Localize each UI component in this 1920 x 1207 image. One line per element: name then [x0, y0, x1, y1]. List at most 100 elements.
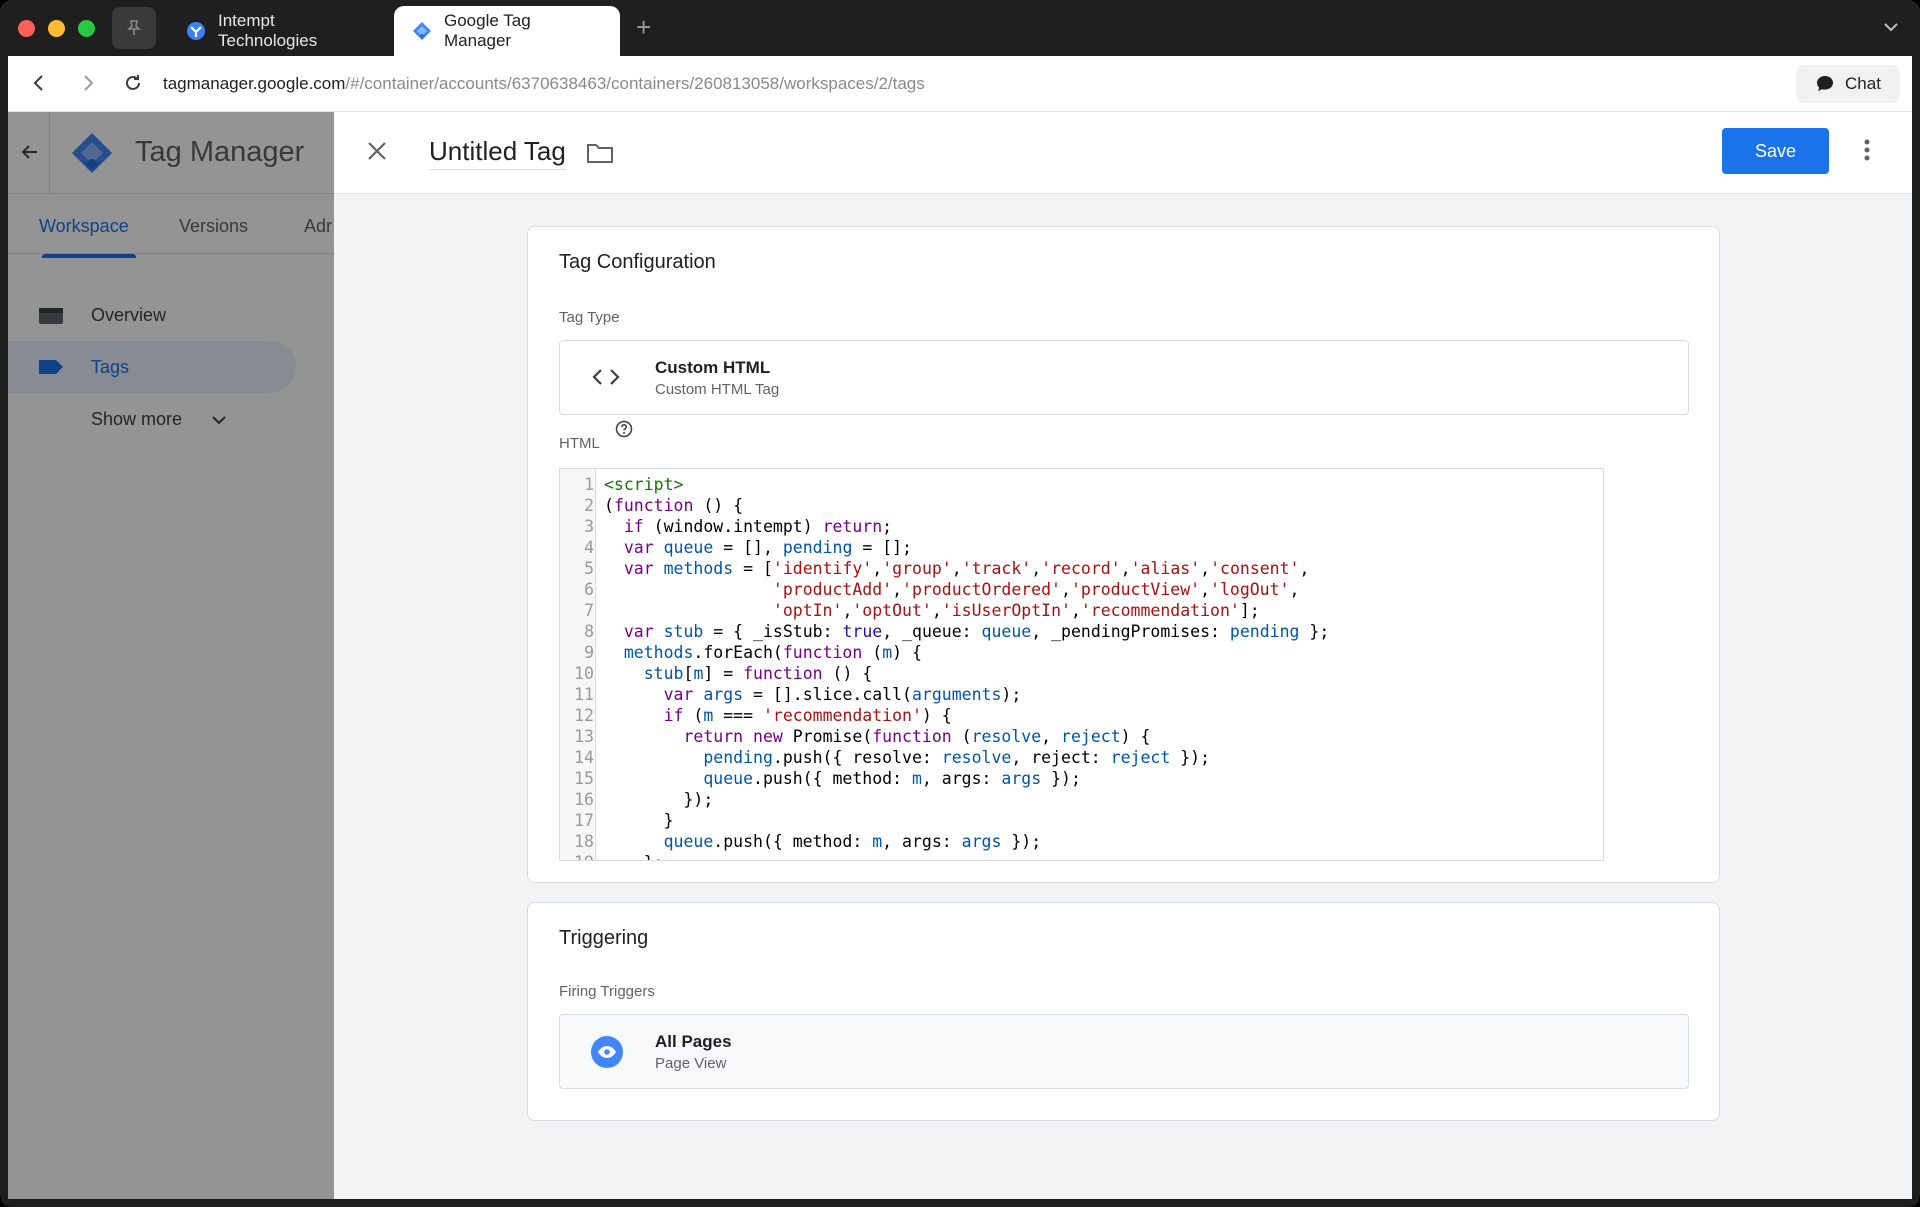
code-text: pending.push({ resolve: resolve, reject:… — [703, 748, 1211, 767]
code-text: if (m === 'recommendation') { — [663, 706, 952, 725]
code-text: 'optIn','optOut','isUserOptIn','recommen… — [772, 601, 1260, 620]
tag-type-subtitle: Custom HTML Tag — [655, 381, 780, 398]
code-line: 2 (function () { — [560, 495, 1600, 516]
line-number: 6 — [584, 580, 594, 599]
tag-editor-panel: Untitled Tag Save Tag Configuration Tag … — [334, 112, 1912, 1199]
browser-window: Intempt Technologies Google Tag Manager … — [0, 0, 1920, 1207]
html-code-editor[interactable]: 1 <script> 2 (function () { 3 if (window.i… — [559, 468, 1604, 861]
browser-tab-gtm[interactable]: Google Tag Manager — [394, 6, 620, 56]
tag-name-input[interactable]: Untitled Tag — [429, 136, 566, 170]
back-button[interactable] — [28, 72, 50, 99]
folder-button[interactable] — [586, 142, 614, 169]
line-number: 9 — [584, 643, 594, 662]
chat-label: Chat — [1845, 74, 1881, 93]
tag-type-selector[interactable]: Custom HTML Custom HTML Tag — [559, 340, 1689, 415]
code-text: var methods = ['identify','group','track… — [623, 559, 1310, 578]
line-number: 14 — [574, 748, 594, 767]
page-content: Tag Manager Workspace Versions Adr Overv… — [8, 112, 1912, 1199]
code-line: 8 var stub = { _isStub: true, _queue: qu… — [560, 621, 1600, 642]
chevron-left-icon — [33, 75, 43, 91]
close-editor-button[interactable] — [366, 140, 388, 167]
url-field[interactable]: tagmanager.google.com/#/container/accoun… — [163, 74, 925, 94]
modal-scrim[interactable] — [8, 112, 334, 1199]
code-line: 17 } — [560, 810, 1600, 831]
code-line: 6 'productAdd','productOrdered','product… — [560, 579, 1600, 600]
code-text: methods.forEach(function (m) { — [623, 643, 922, 662]
code-text: var args = [].slice.call(arguments); — [663, 685, 1022, 704]
pin-icon — [127, 20, 141, 35]
code-text: (function () { — [604, 496, 744, 515]
line-number: 18 — [574, 832, 594, 851]
code-line: 5 var methods = ['identify','group','tra… — [560, 558, 1600, 579]
line-number: 5 — [584, 559, 594, 578]
browser-tab-intempt[interactable]: Intempt Technologies — [168, 6, 388, 56]
tag-configuration-card[interactable]: Tag Configuration Tag Type Custom HTML C… — [527, 226, 1720, 883]
gtm-sidebar: Tag Manager Workspace Versions Adr Overv… — [8, 112, 334, 1199]
line-number: 8 — [584, 622, 594, 641]
line-number: 2 — [584, 496, 594, 515]
tab-list-button[interactable] — [1882, 18, 1900, 41]
code-text: return new Promise(function (resolve, re… — [683, 727, 1151, 746]
html-label: HTML — [559, 435, 600, 452]
help-icon[interactable] — [615, 420, 633, 438]
forward-button[interactable] — [77, 72, 99, 99]
code-line: 3 if (window.intempt) return; — [560, 516, 1600, 537]
firing-triggers-label: Firing Triggers — [559, 983, 655, 1000]
line-number: 11 — [574, 685, 594, 704]
code-line: 16 }); — [560, 789, 1600, 810]
new-tab-button[interactable]: + — [636, 14, 651, 40]
code-line: 4 var queue = [], pending = []; — [560, 537, 1600, 558]
chevron-down-icon — [1884, 23, 1898, 32]
code-text: queue.push({ method: m, args: args }); — [663, 832, 1042, 851]
card-title: Tag Configuration — [559, 251, 716, 273]
tab-bar: Intempt Technologies Google Tag Manager … — [0, 0, 1920, 56]
folder-icon — [587, 144, 613, 163]
code-text: }); — [604, 790, 714, 809]
sidebar-pin-button[interactable] — [112, 7, 156, 49]
code-line: 19 }; — [560, 852, 1600, 860]
code-line: 7 'optIn','optOut','isUserOptIn','recomm… — [560, 600, 1600, 621]
chat-button[interactable]: Chat — [1796, 65, 1900, 103]
more-options-button[interactable] — [1863, 138, 1871, 167]
tab-title: Intempt Technologies — [218, 11, 318, 50]
url-host: tagmanager.google.com — [163, 74, 346, 93]
card-title: Triggering — [559, 927, 649, 949]
line-number: 10 — [574, 664, 594, 683]
save-button[interactable]: Save — [1722, 128, 1829, 174]
code-text: stub[m] = function () { — [643, 664, 873, 683]
reload-icon — [126, 75, 140, 90]
code-text: if (window.intempt) return; — [623, 517, 893, 536]
code-line: 10 stub[m] = function () { — [560, 663, 1600, 684]
close-icon — [368, 142, 386, 160]
code-text: var queue = [], pending = []; — [623, 538, 912, 557]
address-bar: tagmanager.google.com/#/container/accoun… — [8, 56, 1912, 112]
eye-icon — [591, 1036, 623, 1068]
line-number: 12 — [574, 706, 594, 725]
line-number: 15 — [574, 769, 594, 788]
tag-type-label: Tag Type — [559, 309, 620, 326]
reload-button[interactable] — [122, 72, 144, 99]
tag-type-title: Custom HTML — [655, 358, 771, 377]
triggering-card[interactable]: Triggering Firing Triggers All Pages Pag… — [527, 902, 1720, 1121]
line-number: 19 — [560, 852, 594, 860]
line-number: 1 — [584, 475, 594, 494]
line-number: 3 — [584, 517, 594, 536]
code-line: 12 if (m === 'recommendation') { — [560, 705, 1600, 726]
more-vert-icon — [1864, 139, 1870, 161]
minimize-window-button[interactable] — [48, 20, 65, 37]
line-number: 16 — [574, 790, 594, 809]
maximize-window-button[interactable] — [78, 20, 95, 37]
close-window-button[interactable] — [18, 20, 35, 37]
trigger-item-all-pages[interactable]: All Pages Page View — [559, 1014, 1689, 1089]
code-line: 18 queue.push({ method: m, args: args })… — [560, 831, 1600, 852]
code-text: } — [604, 811, 674, 830]
code-line: 11 var args = [].slice.call(arguments); — [560, 684, 1600, 705]
code-text: queue.push({ method: m, args: args }); — [703, 769, 1081, 788]
code-text: var stub = { _isStub: true, _queue: queu… — [623, 622, 1330, 641]
code-text: }; — [604, 852, 664, 860]
code-line: 9 methods.forEach(function (m) { — [560, 642, 1600, 663]
code-text: 'productAdd','productOrdered','productVi… — [772, 580, 1300, 599]
chat-bubble-icon — [1817, 76, 1834, 91]
code-text: <script> — [604, 475, 684, 494]
code-line: 1 <script> — [560, 474, 1600, 495]
